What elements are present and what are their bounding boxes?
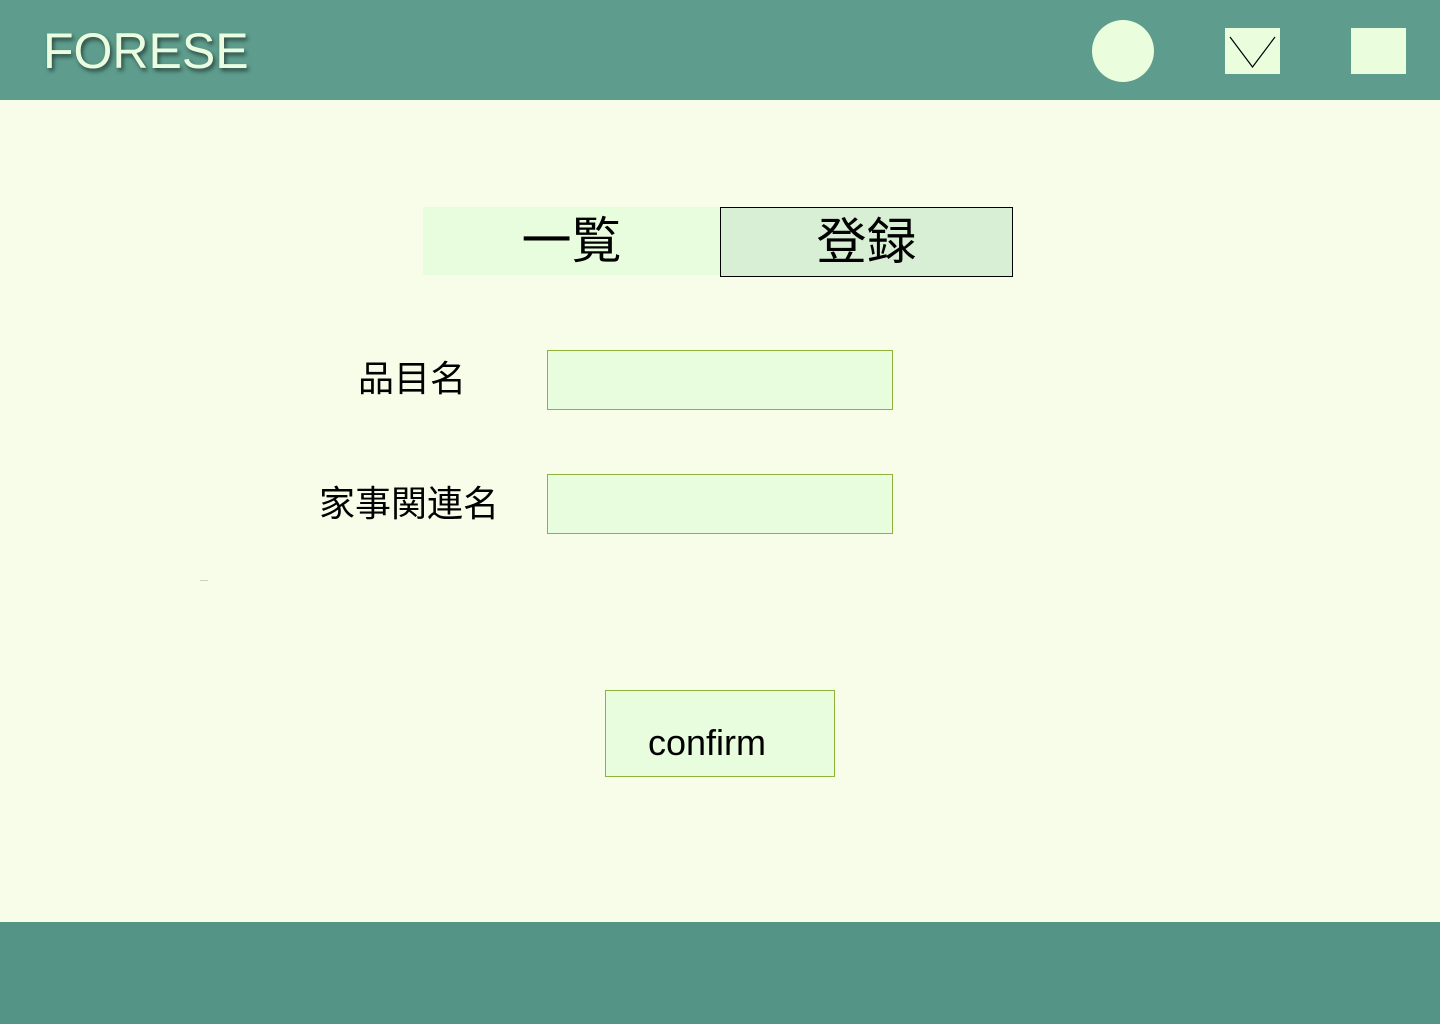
app-footer	[0, 922, 1440, 1024]
item-name-label: 品目名	[358, 359, 467, 400]
divider-mark	[200, 580, 208, 581]
mail-icon[interactable]	[1225, 28, 1280, 74]
confirm-button[interactable]: confirm	[605, 690, 835, 777]
app-header: FORESE	[0, 0, 1440, 100]
tab-list[interactable]: 一覧	[423, 207, 720, 275]
tab-register[interactable]: 登録	[720, 207, 1013, 277]
chore-name-label: 家事関連名	[319, 484, 500, 525]
mail-envelope-glyph	[1229, 36, 1276, 68]
app-logo[interactable]: FORESE	[43, 22, 249, 80]
menu-square-icon[interactable]	[1351, 28, 1406, 74]
item-name-input[interactable]	[547, 350, 893, 410]
chore-name-input[interactable]	[547, 474, 893, 534]
profile-circle-icon[interactable]	[1092, 20, 1154, 82]
